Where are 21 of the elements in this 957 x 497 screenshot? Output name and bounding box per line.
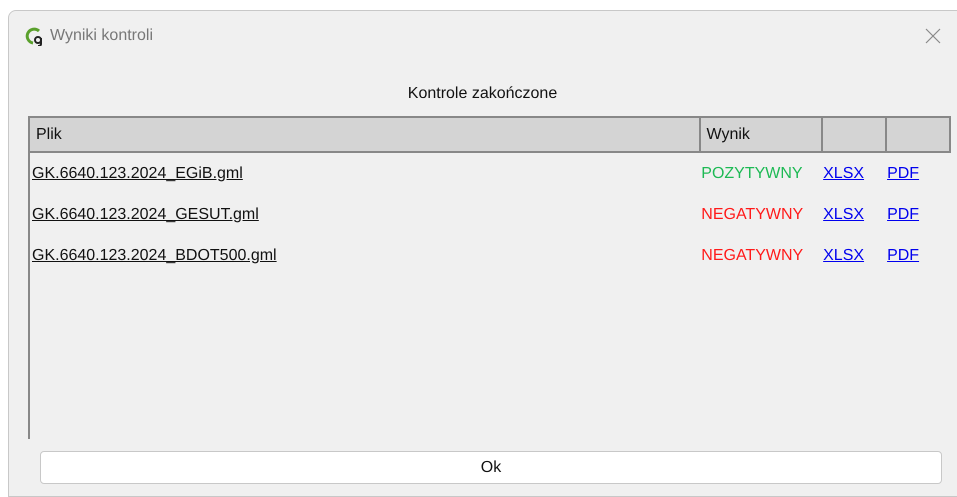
column-header[interactable]: Wynik bbox=[700, 118, 824, 153]
result-text: NEGATYWNY bbox=[701, 246, 804, 264]
result-text: NEGATYWNY bbox=[701, 206, 804, 222]
file-link[interactable]: GK.6640.123.2024_BDOT500.gml bbox=[32, 246, 277, 264]
close-icon[interactable] bbox=[925, 28, 941, 44]
xlsx-link[interactable]: XLSX bbox=[823, 206, 864, 222]
column-header[interactable]: Plik bbox=[30, 118, 701, 153]
app-logo-icon bbox=[24, 26, 44, 46]
file-link[interactable]: GK.6640.123.2024_GESUT.gml bbox=[32, 206, 259, 222]
window-title: Wyniki kontroli bbox=[50, 26, 153, 46]
column-header[interactable] bbox=[823, 118, 888, 153]
file-link[interactable]: GK.6640.123.2024_EGiB.gml bbox=[32, 164, 243, 182]
result-text: POZYTYWNY bbox=[701, 164, 803, 182]
pdf-link[interactable]: PDF bbox=[887, 164, 920, 182]
xlsx-link[interactable]: XLSX bbox=[823, 164, 864, 182]
ok-button[interactable]: Ok bbox=[40, 451, 942, 484]
column-header[interactable] bbox=[887, 118, 951, 153]
xlsx-link[interactable]: XLSX bbox=[823, 246, 864, 264]
status-heading: Kontrole zakończone bbox=[408, 84, 558, 104]
pdf-link[interactable]: PDF bbox=[887, 206, 920, 222]
pdf-link[interactable]: PDF bbox=[887, 246, 920, 264]
